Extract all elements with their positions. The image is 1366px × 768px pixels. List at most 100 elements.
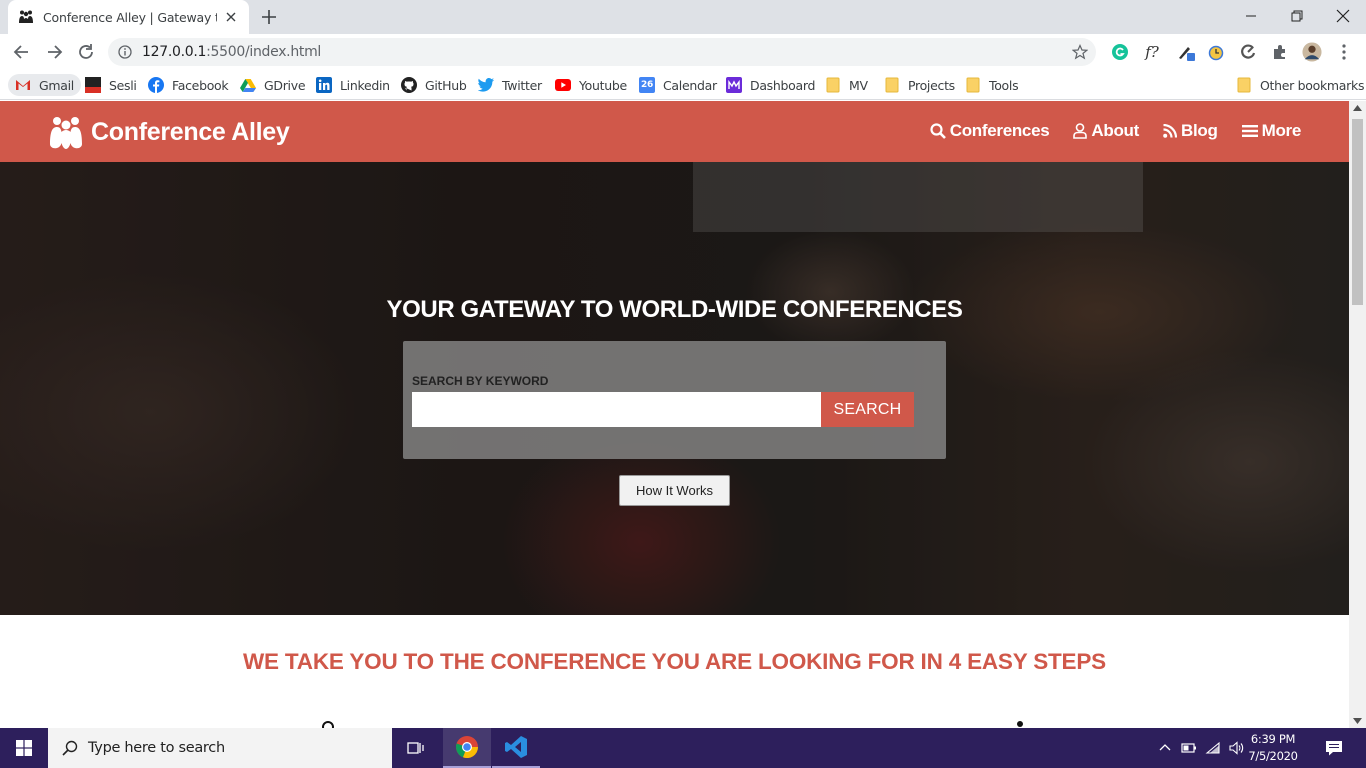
reload-icon[interactable] <box>76 42 96 62</box>
menu-kebab-icon[interactable] <box>1334 42 1354 62</box>
nav-about[interactable]: About <box>1073 121 1139 141</box>
restore-icon <box>1291 10 1303 22</box>
minimize-button[interactable] <box>1228 0 1274 32</box>
bookmark-folder-tools[interactable]: Tools <box>965 74 1019 96</box>
profile-avatar[interactable] <box>1302 42 1322 62</box>
bookmark-sesli[interactable]: Sesli <box>85 74 137 96</box>
bookmark-youtube[interactable]: Youtube <box>555 74 627 96</box>
site-logo[interactable]: Conference Alley <box>48 114 290 150</box>
battery-icon[interactable] <box>1181 740 1197 756</box>
bookmark-label: Youtube <box>579 77 627 93</box>
bookmark-label: Dashboard <box>750 77 816 93</box>
info-icon[interactable] <box>118 45 132 59</box>
search-input[interactable] <box>412 392 822 427</box>
bookmark-twitter[interactable]: Twitter <box>478 74 542 96</box>
steps-heading: WE TAKE YOU TO THE CONFERENCE YOU ARE LO… <box>243 649 1106 674</box>
github-icon <box>401 77 417 93</box>
linkedin-icon <box>316 77 332 93</box>
page-scrollbar[interactable] <box>1349 101 1366 728</box>
minimize-icon <box>1246 15 1256 17</box>
bookmark-folder-projects[interactable]: Projects <box>884 74 955 96</box>
bookmark-label: Projects <box>908 77 955 93</box>
twitter-icon <box>478 77 494 93</box>
bookmark-folder-mv[interactable]: MV <box>825 74 868 96</box>
bookmark-gmail[interactable]: Gmail <box>8 74 81 96</box>
search-label: SEARCH BY KEYWORD <box>412 374 549 388</box>
bookmark-star-icon[interactable] <box>1072 44 1088 60</box>
main-nav: Conferences About Blog More <box>930 121 1301 141</box>
nav-more[interactable]: More <box>1241 121 1302 141</box>
menu-icon <box>1241 125 1258 137</box>
gdrive-icon <box>240 77 256 93</box>
chrome-icon <box>456 736 479 759</box>
how-it-works-button[interactable]: How It Works <box>619 475 730 506</box>
bookmark-label: GDrive <box>264 77 306 93</box>
taskbar-vscode[interactable] <box>492 728 540 768</box>
taskbar-chrome[interactable] <box>443 728 491 768</box>
nav-label: Conferences <box>949 121 1050 140</box>
bookmark-label: MV <box>849 77 868 93</box>
taskbar-clock[interactable]: 6:39 PM 7/5/2020 <box>1248 731 1298 765</box>
url-text: 127.0.0.1:5500/index.html <box>142 44 321 60</box>
close-window-button[interactable] <box>1320 0 1366 32</box>
other-bookmarks[interactable]: Other bookmarks <box>1236 74 1364 96</box>
address-bar[interactable]: 127.0.0.1:5500/index.html <box>108 38 1096 66</box>
taskbar-search-box[interactable]: Type here to search <box>48 728 392 768</box>
search-icon <box>62 740 78 756</box>
start-button[interactable] <box>0 728 48 768</box>
refresh-extension-icon[interactable] <box>1238 42 1258 62</box>
nav-label: More <box>1261 121 1302 140</box>
scroll-up-icon[interactable] <box>1353 105 1362 111</box>
bookmark-label: Sesli <box>109 77 137 93</box>
conference-alley-favicon <box>19 10 33 23</box>
bookmark-label: Twitter <box>502 77 542 93</box>
scroll-down-icon[interactable] <box>1353 718 1362 724</box>
volume-icon[interactable] <box>1228 740 1244 756</box>
notifications-icon[interactable] <box>1325 739 1343 757</box>
chevron-up-icon[interactable] <box>1157 740 1173 756</box>
extensions-puzzle-icon[interactable] <box>1270 42 1290 62</box>
url-host: 127.0.0.1 <box>142 44 207 60</box>
clock-date: 7/5/2020 <box>1248 749 1298 763</box>
bookmark-github[interactable]: GitHub <box>401 74 467 96</box>
search-icon <box>930 123 946 139</box>
forward-icon[interactable] <box>44 42 64 62</box>
bookmark-linkedin[interactable]: Linkedin <box>316 74 390 96</box>
grammarly-extension-icon[interactable] <box>1110 42 1130 62</box>
task-view-button[interactable] <box>392 728 440 768</box>
search-button[interactable]: SEARCH <box>821 392 914 427</box>
gmail-icon <box>15 77 31 93</box>
taskbar-search-placeholder: Type here to search <box>88 740 225 756</box>
step-icon-partial <box>322 721 334 728</box>
pen-extension-icon[interactable] <box>1176 42 1196 62</box>
bookmark-calendar[interactable]: 26 Calendar <box>639 74 717 96</box>
bookmark-gdrive[interactable]: GDrive <box>240 74 306 96</box>
restore-button[interactable] <box>1274 0 1320 32</box>
folder-icon <box>965 77 981 93</box>
bookmark-facebook[interactable]: Facebook <box>148 74 229 96</box>
bookmark-dashboard[interactable]: Dashboard <box>726 74 815 96</box>
nav-conferences[interactable]: Conferences <box>930 121 1050 141</box>
wifi-icon[interactable] <box>1205 740 1221 756</box>
youtube-icon <box>555 77 571 93</box>
sesli-icon <box>85 77 101 93</box>
search-panel: SEARCH BY KEYWORD SEARCH <box>403 341 946 459</box>
tab-close-icon[interactable] <box>223 9 239 25</box>
clock-time: 6:39 PM <box>1250 732 1296 746</box>
browser-tab[interactable]: Conference Alley | Gateway to W <box>8 0 249 34</box>
bookmark-label: Linkedin <box>340 77 390 93</box>
people-logo-icon <box>50 117 82 149</box>
task-view-icon <box>407 742 424 754</box>
brand-name: Conference Alley <box>91 117 290 146</box>
calendar-icon: 26 <box>639 77 655 93</box>
alarm-extension-icon[interactable] <box>1206 42 1226 62</box>
bookmark-label: GitHub <box>425 77 467 93</box>
step-icon-partial <box>1017 721 1023 727</box>
scroll-thumb[interactable] <box>1352 119 1363 305</box>
back-icon[interactable] <box>12 42 32 62</box>
new-tab-icon[interactable] <box>259 7 279 27</box>
browser-toolbar: 127.0.0.1:5500/index.html f? <box>0 34 1366 70</box>
nav-blog[interactable]: Blog <box>1163 121 1218 141</box>
formula-extension-icon[interactable]: f? <box>1142 42 1162 62</box>
hero-section: YOUR GATEWAY TO WORLD-WIDE CONFERENCES S… <box>0 162 1349 615</box>
